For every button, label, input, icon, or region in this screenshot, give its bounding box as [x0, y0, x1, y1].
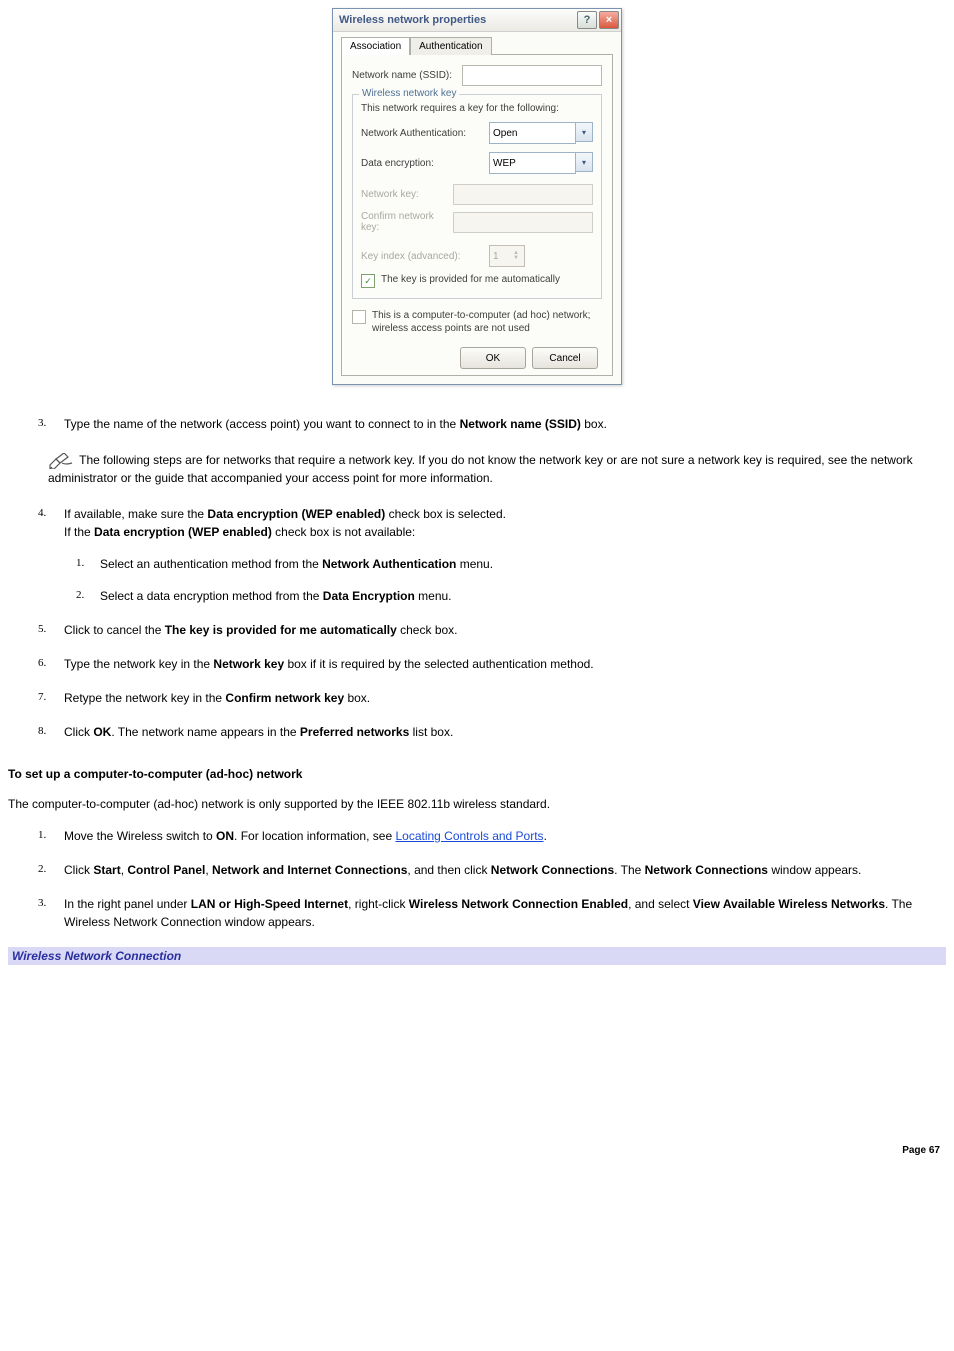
auto-key-checkbox[interactable]: ✓: [361, 274, 375, 288]
key-index-label: Key index (advanced):: [361, 251, 489, 262]
chevron-down-icon[interactable]: ▾: [576, 152, 593, 172]
step-4-2: Select a data encryption method from the…: [100, 587, 946, 605]
fieldset-legend: Wireless network key: [359, 88, 459, 99]
confirm-key-input: [453, 212, 593, 233]
dialog-title: Wireless network properties: [339, 14, 575, 26]
locating-controls-link[interactable]: Locating Controls and Ports: [395, 829, 543, 843]
step-4-sublist: Select an authentication method from the…: [64, 555, 946, 605]
b-step-2: Click Start, Control Panel, Network and …: [64, 861, 946, 879]
note-block: The following steps are for networks tha…: [48, 451, 946, 487]
chevron-down-icon[interactable]: ▾: [576, 122, 593, 142]
dialog-titlebar: Wireless network properties ? ×: [333, 9, 621, 32]
data-encryption-select[interactable]: WEP: [489, 152, 576, 174]
ssid-input[interactable]: [462, 65, 602, 86]
requires-key-text: This network requires a key for the foll…: [361, 103, 593, 114]
close-icon[interactable]: ×: [599, 11, 619, 29]
step-7: Retype the network key in the Confirm ne…: [64, 689, 946, 707]
adhoc-intro: The computer-to-computer (ad-hoc) networ…: [8, 795, 946, 813]
adhoc-label: This is a computer-to-computer (ad hoc) …: [372, 309, 602, 335]
encryption-label: Data encryption:: [361, 158, 489, 169]
ok-button[interactable]: OK: [460, 347, 526, 369]
spinner-arrows-icon: ▲▼: [511, 251, 521, 261]
step-5: Click to cancel the The key is provided …: [64, 621, 946, 639]
instruction-list-b: Move the Wireless switch to ON. For loca…: [8, 827, 946, 931]
dialog-tabs: Association Authentication: [341, 37, 613, 55]
network-authentication-select[interactable]: Open: [489, 122, 576, 144]
b-step-3: In the right panel under LAN or High-Spe…: [64, 895, 946, 931]
adhoc-heading: To set up a computer-to-computer (ad-hoc…: [8, 767, 946, 781]
instruction-list-a: Type the name of the network (access poi…: [8, 415, 946, 741]
auto-key-label: The key is provided for me automatically: [381, 273, 560, 286]
confirm-key-label: Confirm network key:: [361, 211, 453, 233]
network-key-label: Network key:: [361, 189, 453, 200]
wireless-key-fieldset: Wireless network key This network requir…: [352, 94, 602, 299]
wireless-properties-dialog: Wireless network properties ? × Associat…: [332, 8, 622, 385]
adhoc-checkbox[interactable]: ✓: [352, 310, 366, 324]
auth-label: Network Authentication:: [361, 128, 489, 139]
step-4-1: Select an authentication method from the…: [100, 555, 946, 573]
key-index-spinner: 1 ▲▼: [489, 245, 525, 267]
step-8: Click OK. The network name appears in th…: [64, 723, 946, 741]
help-icon[interactable]: ?: [577, 11, 597, 29]
step-3: Type the name of the network (access poi…: [64, 415, 946, 487]
note-pen-icon: [48, 453, 74, 469]
ssid-label: Network name (SSID):: [352, 70, 462, 81]
step-4: If available, make sure the Data encrypt…: [64, 505, 946, 605]
step-6: Type the network key in the Network key …: [64, 655, 946, 673]
page-footer: Page 67: [8, 1145, 946, 1156]
b-step-1: Move the Wireless switch to ON. For loca…: [64, 827, 946, 845]
cancel-button[interactable]: Cancel: [532, 347, 598, 369]
caption-bar: Wireless Network Connection: [8, 947, 946, 965]
tab-association[interactable]: Association: [341, 37, 410, 55]
tab-authentication[interactable]: Authentication: [410, 37, 491, 55]
network-key-input: [453, 184, 593, 205]
